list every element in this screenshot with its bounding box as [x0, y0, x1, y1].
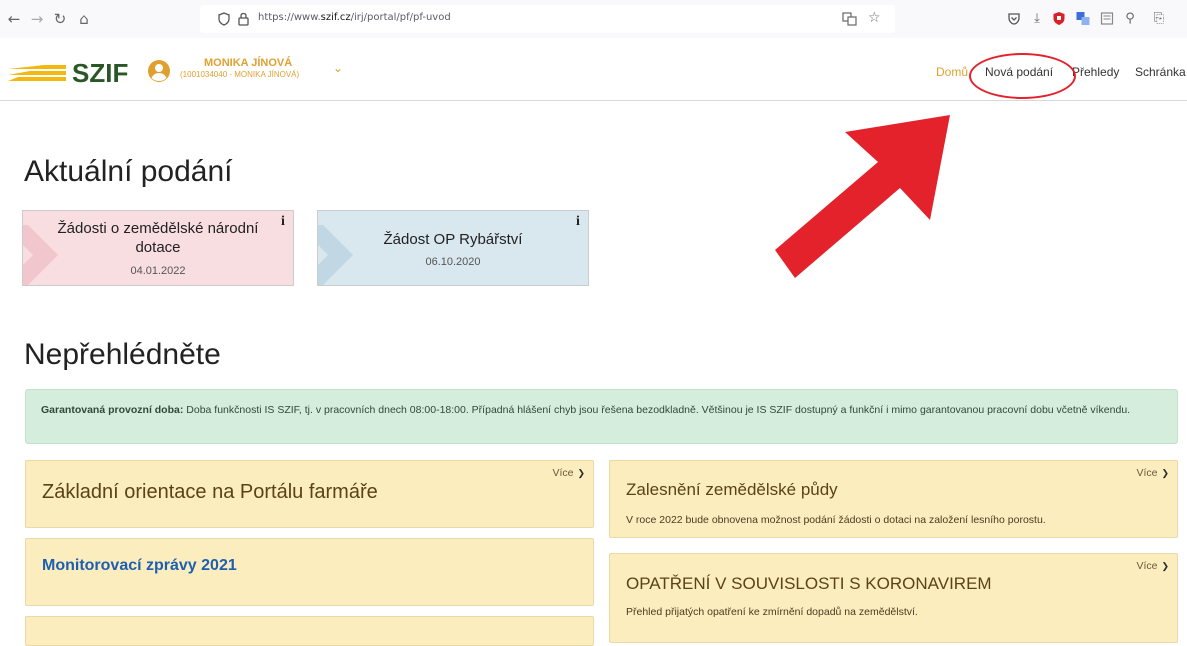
- url-text: https://www.szif.cz/irj/portal/pf/pf-uvo…: [258, 12, 451, 23]
- nav-home[interactable]: Domů: [936, 65, 968, 79]
- star-icon[interactable]: ☆: [868, 10, 881, 26]
- card-coronavirus[interactable]: Více ❯ OPATŘENÍ V SOUVISLOSTI S KORONAVIR…: [609, 553, 1178, 643]
- more-button[interactable]: Více ❯: [1136, 467, 1169, 479]
- annotation-arrow: [775, 115, 950, 278]
- tile-title: Žádosti o zemědělské národní dotace: [57, 220, 259, 256]
- tile-title: Žádost OP Rybářství: [383, 231, 523, 248]
- logo-stripes-icon: [8, 65, 66, 81]
- chevron-down-icon: ❯: [577, 468, 585, 478]
- section-heading-current: Aktuální podání: [24, 155, 233, 188]
- chevron-down-icon: ❯: [1161, 561, 1169, 571]
- card-monitoring-reports[interactable]: Monitorovací zprávy 2021: [25, 538, 594, 606]
- tile-date: 06.10.2020: [425, 256, 481, 268]
- tile-op-fisheries[interactable]: Žádost OP Rybářství 06.10.2020 i: [317, 210, 589, 286]
- browser-toolbar: ← → ↻ ⌂ https://www.szif.cz/irj/portal/p…: [0, 0, 1187, 38]
- url-bar[interactable]: https://www.szif.cz/irj/portal/pf/pf-uvo…: [200, 5, 895, 33]
- card-afforestation[interactable]: Více ❯ Zalesnění zemědělské půdy V roce 2…: [609, 460, 1178, 538]
- more-button[interactable]: Více ❯: [1136, 560, 1169, 572]
- reader-icon[interactable]: [1098, 12, 1116, 25]
- translator-icon[interactable]: [1074, 11, 1092, 26]
- card-title[interactable]: Základní orientace na Portálu farmáře: [42, 481, 378, 504]
- card-partial[interactable]: [25, 616, 594, 646]
- card-title[interactable]: Monitorovací zprávy 2021: [42, 557, 237, 575]
- user-avatar-icon[interactable]: [147, 59, 171, 83]
- annotation-ellipse: [969, 53, 1076, 99]
- tile-date: 04.01.2022: [130, 265, 186, 277]
- ublock-icon[interactable]: [1050, 11, 1068, 26]
- user-name[interactable]: MONIKA JÍNOVÁ: [204, 57, 292, 69]
- nav-overviews[interactable]: Přehledy: [1072, 65, 1119, 79]
- shield-icon: [218, 12, 230, 26]
- menu-icon[interactable]: ⎘: [1150, 11, 1168, 27]
- translate-icon[interactable]: [842, 12, 857, 26]
- extensions-icon[interactable]: ⚲: [1121, 11, 1139, 27]
- user-id: (1001034040 - MONIKA JÍNOVÁ): [180, 70, 300, 79]
- card-description: V roce 2022 bude obnovena možnost podání…: [626, 514, 1046, 526]
- chevron-down-icon[interactable]: ⌄: [333, 61, 343, 75]
- download-icon[interactable]: ⤓: [1028, 11, 1046, 27]
- home-icon[interactable]: ⌂: [74, 9, 94, 29]
- operating-hours-alert: Garantovaná provozní doba: Doba funkčnos…: [25, 389, 1178, 444]
- info-icon[interactable]: i: [278, 215, 288, 229]
- card-description: Přehled přijatých opatření ke zmírnění d…: [626, 606, 918, 618]
- chevron-down-icon: ❯: [1161, 468, 1169, 478]
- info-icon[interactable]: i: [573, 215, 583, 229]
- card-orientation[interactable]: Více ❯ Základní orientace na Portálu farm…: [25, 460, 594, 528]
- alert-text: Doba funkčnosti IS SZIF, tj. v pracovníc…: [183, 404, 1131, 416]
- more-button[interactable]: Více ❯: [552, 467, 585, 479]
- card-title[interactable]: OPATŘENÍ V SOUVISLOSTI S KORONAVIREM: [626, 574, 992, 594]
- lock-icon: [238, 12, 249, 26]
- forward-icon[interactable]: →: [27, 9, 47, 29]
- section-heading-notices: Nepřehlédněte: [24, 338, 221, 371]
- card-title[interactable]: Zalesnění zemědělské půdy: [626, 480, 838, 500]
- tile-national-subsidies[interactable]: Žádosti o zemědělské národní dotace 04.0…: [22, 210, 294, 286]
- nav-mailbox[interactable]: Schránka: [1135, 65, 1186, 79]
- pocket-icon[interactable]: [1005, 12, 1023, 26]
- site-logo[interactable]: SZIF: [72, 60, 128, 86]
- back-icon[interactable]: ←: [4, 9, 24, 29]
- reload-icon[interactable]: ↻: [50, 9, 70, 29]
- alert-label: Garantovaná provozní doba:: [41, 404, 184, 416]
